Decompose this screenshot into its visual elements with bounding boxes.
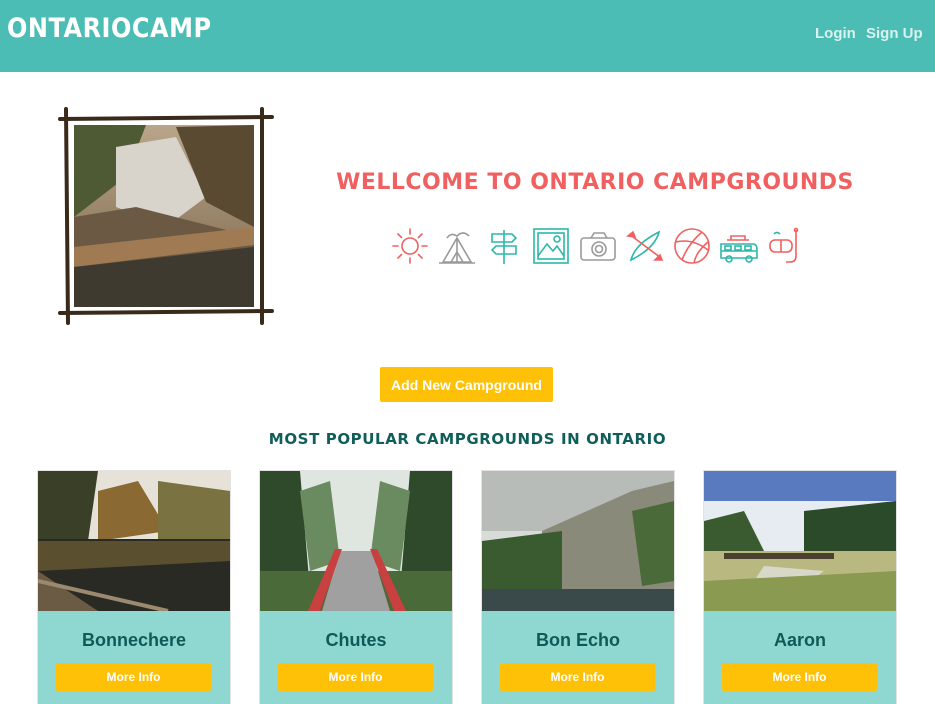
camper-van-icon [720,235,758,263]
campground-card-aaron: Aaron More Info [703,470,897,704]
sun-icon [392,228,428,264]
campground-photo [704,471,896,611]
campground-photo [38,471,230,611]
hero-title: WELLCOME TO ONTARIO CAMPGROUNDS [336,170,854,195]
picture-icon [533,228,569,264]
kayak-icon [626,230,664,262]
campground-card-bonnechere: Bonnechere More Info [37,470,231,704]
camera-icon [580,232,616,261]
more-info-button[interactable]: More Info [722,663,877,691]
login-link[interactable]: Login [815,25,856,42]
more-info-button[interactable]: More Info [56,663,211,691]
tent-icon [439,232,475,264]
card-title: Bonnechere [81,630,187,650]
beach-ball-icon [674,228,710,264]
section-title: MOST POPULAR CAMPGROUNDS IN ONTARIO [268,430,667,448]
navbar: ONTARIOCAMP Login Sign Up [0,0,935,72]
more-info-button[interactable]: More Info [278,663,433,691]
campground-photo [482,471,674,611]
signup-link[interactable]: Sign Up [866,25,923,42]
brand-logo[interactable]: ONTARIOCAMP [7,13,212,44]
signpost-icon [490,230,518,264]
card-title: Chutes [325,630,387,650]
add-campground-button[interactable]: Add New Campground [380,367,553,402]
campground-card-bon-echo: Bon Echo More Info [481,470,675,704]
card-title: Bon Echo [536,630,620,650]
campground-card-chutes: Chutes More Info [259,470,453,704]
snorkel-icon [769,227,799,263]
hero-icon-row [390,226,806,266]
hero-photo [58,107,274,325]
more-info-button[interactable]: More Info [500,663,655,691]
campground-photo [260,471,452,611]
card-title: Aaron [773,630,826,650]
